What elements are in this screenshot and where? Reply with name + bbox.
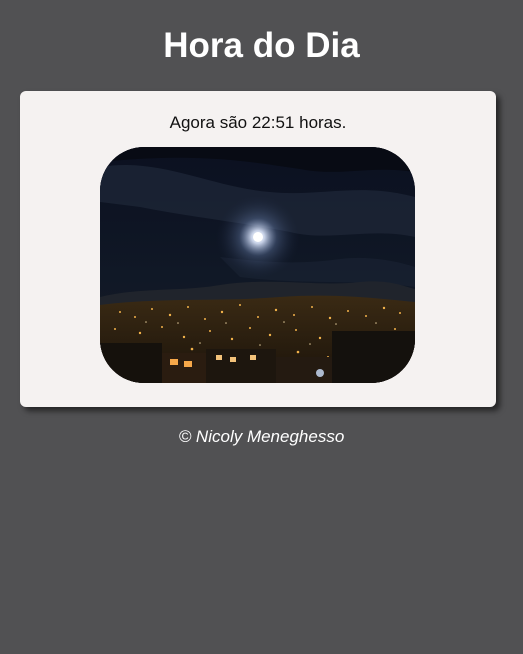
page-title: Hora do Dia (163, 26, 360, 65)
night-city-photo (100, 147, 415, 383)
footer-credit: © Nicoly Meneghesso (178, 427, 345, 446)
time-message: Agora são 22:51 horas. (169, 113, 347, 132)
night-city-image (100, 147, 415, 383)
time-card: Agora são 22:51 horas. (20, 91, 496, 407)
